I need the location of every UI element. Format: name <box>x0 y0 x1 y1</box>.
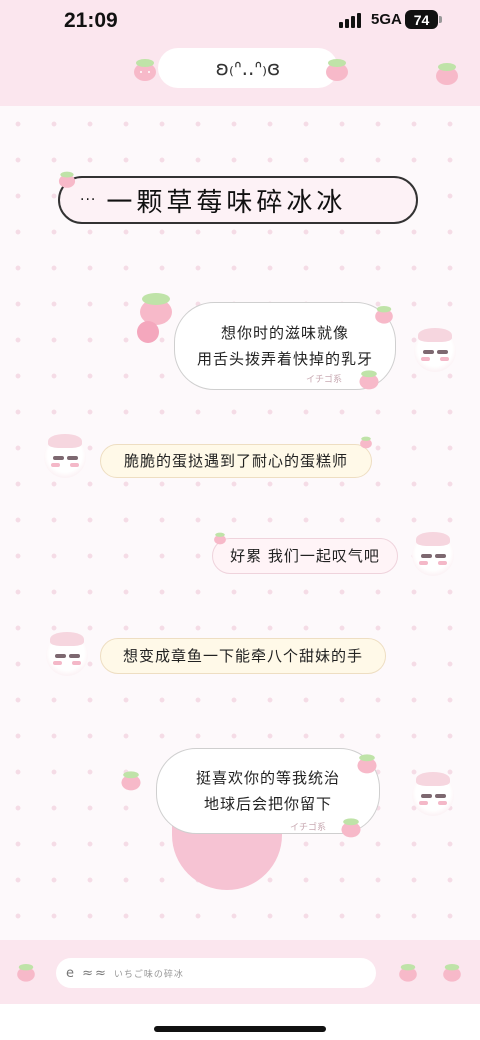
message-input[interactable]: e ≈≈ いちご味の碎冰 <box>56 958 376 988</box>
strawberry-icon <box>58 171 76 188</box>
chat-header: ʚ₍ᐢ..ᐢ₎ɞ <box>0 44 480 106</box>
signal-icon <box>339 12 365 28</box>
strawberry-icon <box>214 532 226 545</box>
status-time: 21:09 <box>64 9 118 32</box>
home-area <box>0 1004 480 1040</box>
avatar[interactable] <box>44 434 86 478</box>
message-text: 脆脆的蛋挞遇到了耐心的蛋糕师 <box>123 451 348 470</box>
message-line: 想你时的滋味就像 <box>220 323 349 342</box>
watermark: イチゴ系 <box>290 823 327 833</box>
strawberry-icon <box>360 436 372 449</box>
message-line: 挺喜欢你的等我统治 <box>195 768 340 787</box>
message-bubble-left[interactable]: 想变成章鱼一下能牵八个甜妹的手 <box>100 638 386 674</box>
battery-icon: 74 <box>405 10 438 29</box>
battery-level: 74 <box>413 11 430 28</box>
avatar[interactable] <box>412 532 454 576</box>
strawberry-icon <box>326 59 348 81</box>
strawberry-decoration-icon <box>137 293 172 343</box>
home-indicator[interactable] <box>154 1026 326 1032</box>
status-bar: 21:09 5GA 74 <box>0 0 480 44</box>
avatar[interactable] <box>412 772 454 816</box>
group-name-banner: ··· 一颗草莓味碎冰冰 <box>58 176 418 224</box>
avatar[interactable] <box>46 632 88 676</box>
chat-title[interactable]: ʚ₍ᐢ..ᐢ₎ɞ <box>158 48 338 88</box>
strawberry-icon <box>17 964 35 982</box>
message-bubble-right[interactable]: 好累 我们一起叹气吧 <box>212 538 398 574</box>
watermark: イチゴ系 <box>306 375 343 385</box>
message-bubble-left[interactable]: 脆脆的蛋挞遇到了耐心的蛋糕师 <box>100 444 372 478</box>
input-decoration-icon: e ≈≈ <box>66 965 108 981</box>
message-line: 地球后会把你留下 <box>203 795 332 813</box>
banner-dots: ··· <box>80 192 97 208</box>
message-text: 好累 我们一起叹气吧 <box>230 546 380 565</box>
group-name: 一颗草莓味碎冰冰 <box>106 187 347 218</box>
strawberry-icon <box>359 370 379 390</box>
strawberry-icon <box>341 818 361 838</box>
battery-cap <box>439 16 442 23</box>
avatar[interactable] <box>414 328 456 372</box>
message-line: 用舌头拨弄着快掉的乳牙 <box>196 350 373 368</box>
input-bar: e ≈≈ いちご味の碎冰 <box>0 940 480 1004</box>
strawberry-icon <box>134 59 156 81</box>
strawberry-icon <box>399 964 417 982</box>
strawberry-icon <box>357 754 377 774</box>
input-placeholder: いちご味の碎冰 <box>113 969 184 980</box>
strawberry-icon <box>443 964 461 982</box>
network-label: 5GA <box>371 11 402 28</box>
strawberry-icon <box>375 306 393 324</box>
message-text: 想变成章鱼一下能牵八个甜妹的手 <box>122 646 363 665</box>
strawberry-decoration-icon <box>121 771 141 791</box>
strawberry-icon <box>436 63 458 85</box>
